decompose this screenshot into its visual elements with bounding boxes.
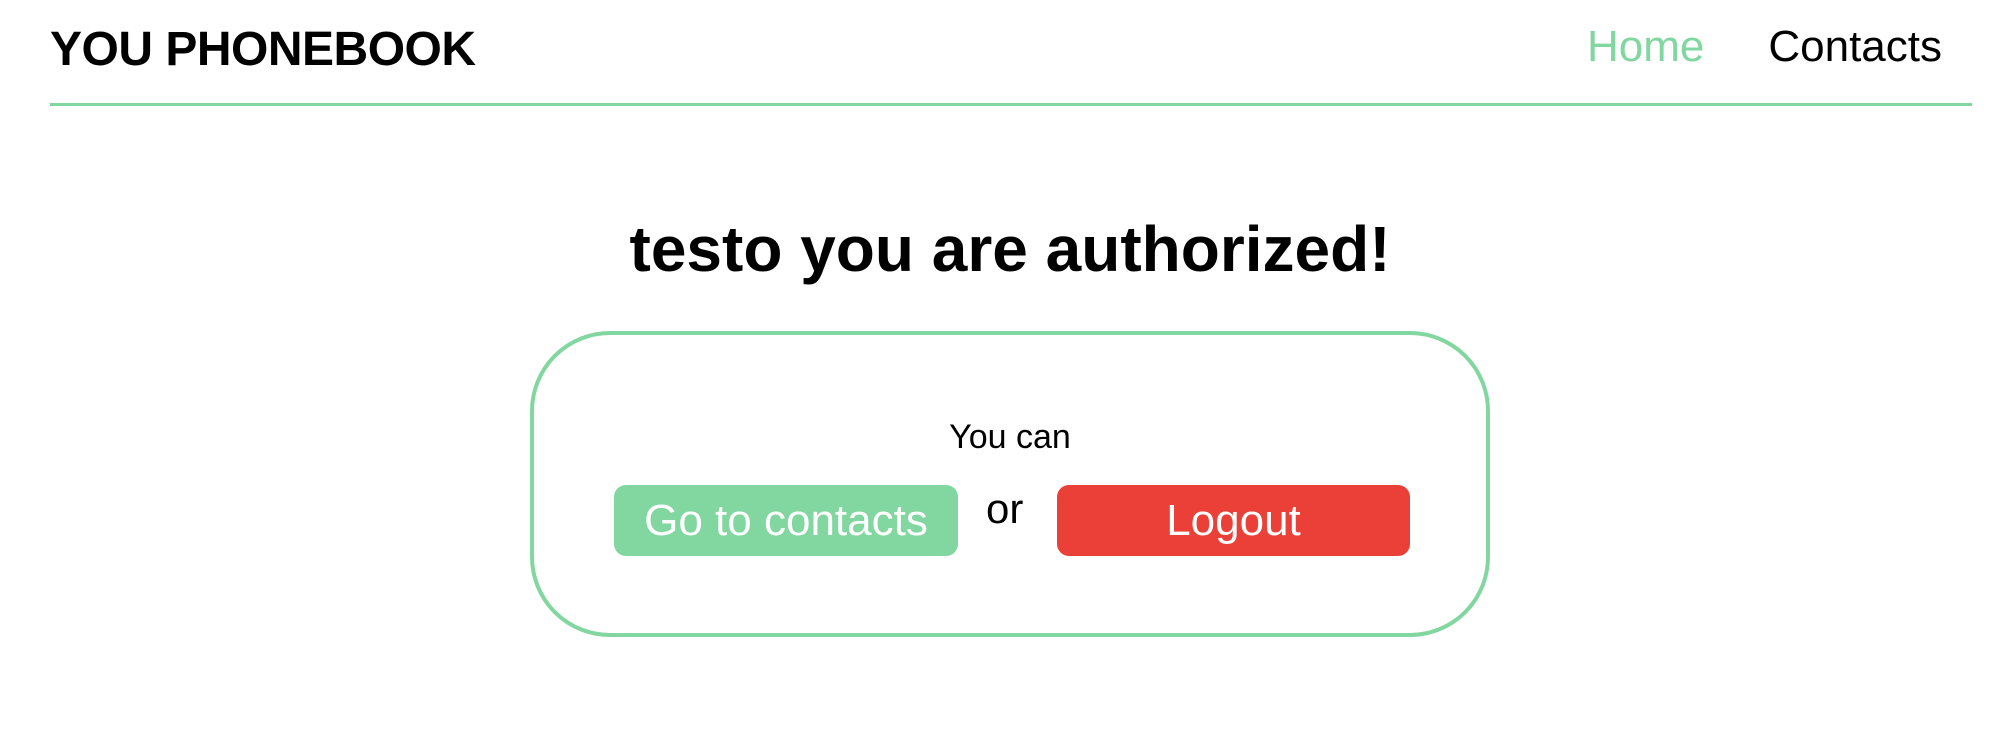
app-logo[interactable]: YOU PHONEBOOK xyxy=(50,22,476,77)
go-to-contacts-button[interactable]: Go to contacts xyxy=(614,485,958,556)
app-header: YOU PHONEBOOK Home Contacts xyxy=(50,0,1972,106)
page: YOU PHONEBOOK Home Contacts testo you ar… xyxy=(0,0,2000,750)
nav-link-contacts[interactable]: Contacts xyxy=(1768,22,1942,72)
card-label: You can xyxy=(949,418,1071,456)
main-nav: Home Contacts xyxy=(1587,22,1942,72)
page-title: testo you are authorized! xyxy=(629,213,1391,285)
nav-link-home[interactable]: Home xyxy=(1587,22,1704,72)
action-card: You can Go to contacts or Logout xyxy=(530,331,1490,637)
or-separator: or xyxy=(986,485,1024,532)
logout-button[interactable]: Logout xyxy=(1057,485,1410,556)
